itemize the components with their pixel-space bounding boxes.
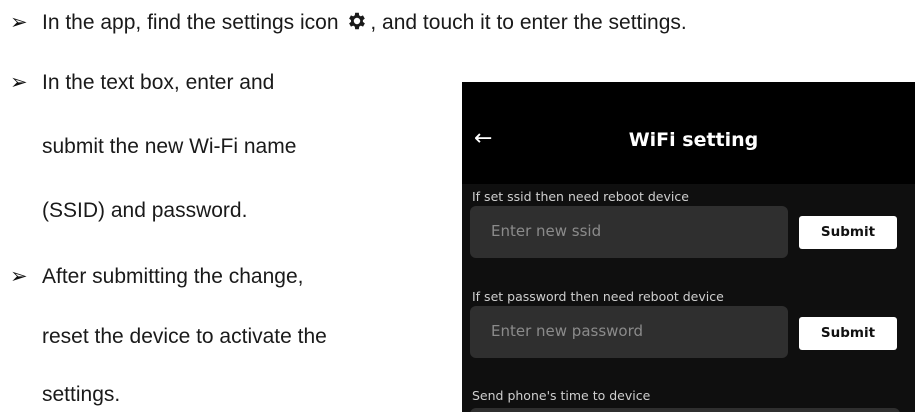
phone-screenshot: ← WiFi setting If set ssid then need reb… (462, 82, 915, 412)
instruction-step-2-line-3: (SSID) and password. (42, 199, 248, 222)
bullet-marker: ➢ (10, 11, 28, 34)
page-title: WiFi setting (628, 129, 759, 151)
instruction-step-2-line-1: In the text box, enter and (42, 71, 275, 94)
time-sync-label: Send phone's time to device (472, 388, 651, 403)
instruction-step-3-line-2: reset the device to activate the (42, 325, 327, 348)
time-sync-field[interactable] (470, 408, 900, 412)
ssid-submit-button[interactable]: Submit (799, 216, 897, 249)
step1-text-after: , and touch it to enter the settings. (370, 11, 687, 34)
instruction-step-3-line-3: settings. (42, 383, 121, 406)
gear-icon (349, 12, 366, 30)
password-placeholder: Enter new password (491, 322, 644, 340)
ssid-placeholder: Enter new ssid (491, 222, 602, 240)
instruction-step-1: In the app, find the settings icon , and… (42, 10, 687, 36)
ssid-input[interactable]: Enter new ssid (470, 206, 788, 258)
bullet-marker: ➢ (10, 265, 28, 288)
password-label: If set password then need reboot device (472, 289, 724, 304)
instruction-step-2-line-2: submit the new Wi-Fi name (42, 135, 297, 158)
instruction-step-3-line-1: After submitting the change, (42, 265, 304, 288)
password-input[interactable]: Enter new password (470, 306, 788, 358)
ssid-label: If set ssid then need reboot device (472, 189, 689, 204)
settings-list: If set ssid then need reboot device Ente… (462, 184, 915, 412)
password-submit-button[interactable]: Submit (799, 317, 897, 350)
bullet-marker: ➢ (10, 71, 28, 94)
step1-text-before: In the app, find the settings icon (42, 11, 339, 34)
app-bar: ← WiFi setting (462, 116, 915, 166)
